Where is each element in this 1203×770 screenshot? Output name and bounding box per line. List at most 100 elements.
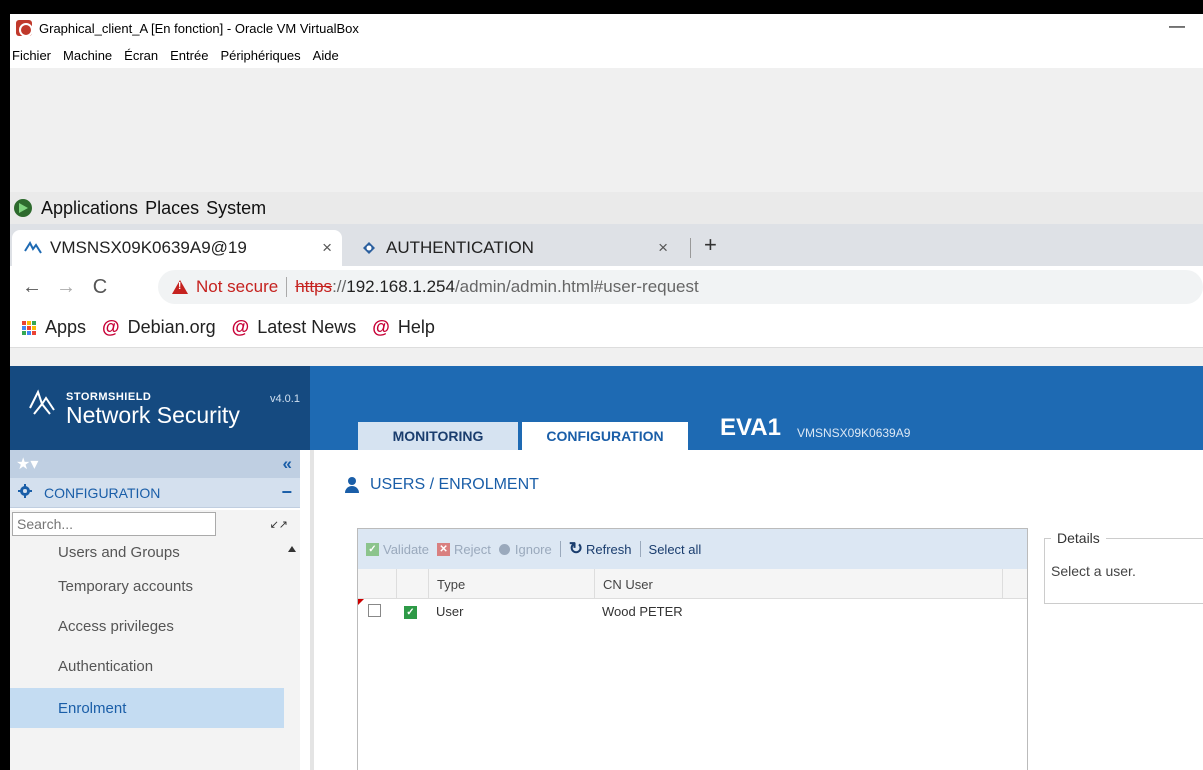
menu-machine[interactable]: Machine (63, 48, 112, 63)
debian-swirl-icon: @ (102, 317, 120, 337)
user-icon (344, 477, 360, 493)
bookmark-help[interactable]: @ Help (372, 317, 435, 338)
forward-arrow-icon[interactable]: → (54, 276, 78, 299)
virtualbox-menu-bar: Fichier Machine Écran Entrée Périphériqu… (10, 42, 1203, 68)
configuration-section-header[interactable]: CONFIGURATION − (10, 478, 300, 508)
section-label: CONFIGURATION (44, 484, 161, 501)
bookmark-latest-news[interactable]: @ Latest News (232, 317, 357, 338)
tab-close-icon[interactable]: × (322, 238, 332, 258)
bookmark-apps[interactable]: Apps (10, 317, 86, 338)
menu-system[interactable]: System (206, 198, 266, 219)
tab-monitoring[interactable]: MONITORING (358, 422, 518, 450)
menu-applications[interactable]: Applications (41, 198, 138, 219)
table-row[interactable]: ✓ User Wood PETER (358, 599, 1027, 627)
menu-item-list: Users and Groups Temporary accounts Acce… (10, 538, 300, 770)
apps-grid-icon (22, 320, 36, 335)
app-header: STORMSHIELD Network Security v4.0.1 MONI… (10, 366, 1203, 450)
tab-label: AUTHENTICATION (386, 238, 534, 257)
tab-label: VMSNSX09K0639A9@19 (50, 238, 247, 257)
header-icon-column (396, 569, 428, 599)
menu-places[interactable]: Places (145, 198, 199, 219)
validate-check-icon: ✓ (366, 542, 379, 556)
virtualbox-logo-icon (16, 20, 33, 37)
virtualbox-title-bar[interactable]: Graphical_client_A [En fonction] - Oracl… (10, 14, 1203, 42)
ignore-button[interactable]: Ignore (498, 541, 552, 557)
address-bar[interactable]: Not secure https :// 192.168.1.254 /admi… (158, 270, 1203, 304)
minimize-button[interactable]: — (1169, 18, 1185, 36)
cell-type: User (436, 604, 464, 619)
page-title: USERS / ENROLMENT (344, 476, 539, 494)
gnome-top-panel: Applications Places System (10, 192, 1203, 224)
refresh-button[interactable]: ↻ Refresh (569, 539, 632, 559)
column-header-cn-user[interactable]: CN User (594, 569, 1002, 599)
reject-button[interactable]: ✕ Reject (437, 542, 491, 557)
tab-authentication[interactable]: AUTHENTICATION × (348, 230, 678, 266)
reject-x-icon: ✕ (437, 542, 451, 556)
new-tab-button[interactable]: + (704, 232, 717, 258)
main-content: USERS / ENROLMENT ✓ Validate ✕ Reject Ig… (314, 450, 1203, 770)
enrolment-grid: ✓ Validate ✕ Reject Ignore ↻ Refresh Sel… (357, 528, 1028, 770)
address-separator (286, 277, 288, 297)
firewall-name: EVA1 (720, 414, 781, 441)
bookmark-label: Apps (45, 317, 87, 337)
cell-cn-user: Wood PETER (602, 604, 683, 619)
row-checkbox[interactable] (368, 604, 381, 617)
product-name: Network Security (66, 402, 240, 428)
toolbar-separator (639, 541, 641, 557)
browser-tab-strip: VMSNSX09K0639A9@19 × AUTHENTICATION × (10, 224, 1203, 266)
reload-icon[interactable]: C (88, 276, 112, 299)
validate-label: Validate (383, 541, 430, 557)
warning-triangle-icon (172, 280, 188, 294)
bookmark-label: Latest News (257, 317, 357, 337)
menu-peripheriques[interactable]: Périphériques (220, 48, 300, 63)
debian-swirl-icon: @ (231, 317, 250, 337)
toolbar-separator (559, 541, 561, 557)
collapse-section-icon[interactable]: − (281, 482, 292, 503)
bookmark-label: Help (397, 317, 435, 337)
window-title: Graphical_client_A [En fonction] - Oracl… (39, 20, 359, 36)
firewall-serial: VMSNSX09K0639A9 (797, 426, 911, 440)
menu-aide[interactable]: Aide (313, 48, 339, 63)
ignore-label: Ignore (514, 541, 552, 557)
bookmark-debian[interactable]: @ Debian.org (102, 317, 216, 338)
tab-separator (690, 238, 691, 258)
column-header-type[interactable]: Type (428, 569, 594, 599)
menu-fichier[interactable]: Fichier (12, 48, 51, 63)
menu-scrollbar[interactable] (284, 538, 300, 770)
details-panel: Details Select a user. (1044, 530, 1203, 604)
favorites-star-icon[interactable]: ★▾ (16, 454, 38, 474)
tab-configuration[interactable]: CONFIGURATION (522, 422, 688, 450)
virtualbox-window: Graphical_client_A [En fonction] - Oracl… (10, 14, 1203, 770)
tab-vmsnsx[interactable]: VMSNSX09K0639A9@19 × (12, 230, 342, 266)
favorites-bar: ★▾ « (10, 450, 300, 478)
bookmarks-bar: Apps @ Debian.org @ Latest News @ Help (10, 308, 1203, 348)
header-filler-column (1002, 569, 1029, 599)
url-host: 192.168.1.254 (346, 277, 455, 296)
version-label: v4.0.1 (270, 393, 300, 405)
menu-entree[interactable]: Entrée (170, 48, 208, 63)
url-path: /admin/admin.html#user-request (454, 277, 699, 296)
modified-flag-icon (358, 599, 364, 605)
page-title-text: USERS / ENROLMENT (370, 476, 539, 493)
back-arrow-icon[interactable]: ← (20, 276, 44, 299)
collapse-panel-icon[interactable]: « (283, 454, 292, 474)
expand-arrows-icon[interactable]: ↙↗ (270, 518, 288, 531)
menu-ecran[interactable]: Écran (124, 48, 158, 63)
validate-button[interactable]: ✓ Validate (366, 542, 429, 557)
url-scheme: https (295, 277, 333, 296)
tab-close-icon[interactable]: × (658, 238, 668, 258)
not-secure-label[interactable]: Not secure (196, 277, 278, 297)
debian-menu-icon[interactable] (13, 198, 33, 218)
sidebar-item-authentication[interactable]: Authentication (10, 646, 294, 686)
browser-toolbar: ← → C Not secure https :// 192.168.1.254… (10, 266, 1203, 308)
details-placeholder-text: Select a user. (1051, 563, 1136, 579)
type-check-icon: ✓ (404, 606, 417, 619)
select-all-button[interactable]: Select all (649, 542, 702, 557)
grid-header: Type CN User (358, 569, 1027, 599)
sidebar-item-enrolment[interactable]: Enrolment (10, 688, 294, 728)
bookmark-label: Debian.org (127, 317, 216, 337)
sidebar-item-access-privileges[interactable]: Access privileges (10, 606, 294, 646)
refresh-label: Refresh (586, 541, 632, 557)
debian-swirl-icon: @ (372, 317, 390, 337)
sidebar-item-temporary-accounts[interactable]: Temporary accounts (10, 566, 294, 606)
